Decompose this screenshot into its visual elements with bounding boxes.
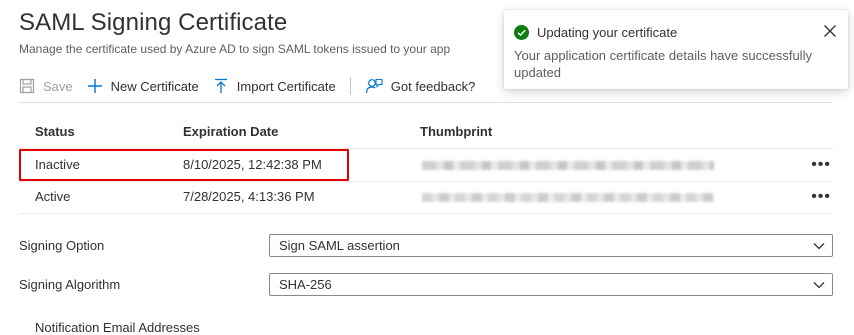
save-button[interactable]: Save (19, 78, 73, 94)
status-cell: Active (35, 189, 71, 204)
toast-message: Your application certificate details hav… (514, 48, 812, 80)
page-subtitle: Manage the certificate used by Azure AD … (19, 42, 451, 56)
more-options-button[interactable]: ••• (811, 187, 831, 207)
command-bar: Save New Certificate Import Certificate … (19, 74, 489, 98)
feedback-label: Got feedback? (390, 78, 476, 94)
upload-icon (214, 78, 227, 93)
signing-algorithm-label: Signing Algorithm (19, 277, 121, 292)
expiration-cell: 7/28/2025, 4:13:36 PM (183, 189, 315, 204)
save-icon (19, 78, 35, 94)
highlight-box (19, 149, 349, 181)
feedback-icon (365, 78, 383, 94)
column-header-expiration: Expiration Date (183, 124, 279, 139)
toolbar-separator (349, 77, 351, 95)
import-certificate-label: Import Certificate (236, 78, 336, 94)
signing-algorithm-dropdown[interactable]: SHA-256 (269, 273, 833, 296)
signing-option-dropdown[interactable]: Sign SAML assertion (269, 234, 833, 257)
toolbar-divider (19, 102, 833, 103)
signing-option-label: Signing Option (19, 238, 105, 253)
thumbprint-redacted (422, 193, 714, 202)
signing-option-value: Sign SAML assertion (279, 238, 400, 253)
chevron-down-icon (813, 282, 825, 289)
close-icon[interactable] (823, 24, 837, 38)
toast-title: Updating your certificate (537, 25, 678, 40)
check-circle-icon (514, 25, 529, 40)
thumbprint-redacted (422, 161, 714, 170)
plus-icon (87, 79, 102, 93)
import-certificate-button[interactable]: Import Certificate (213, 78, 336, 94)
notification-toast: Updating your certificate Your applicati… (504, 10, 848, 89)
new-certificate-label: New Certificate (110, 78, 199, 94)
column-header-status: Status (35, 124, 75, 139)
feedback-button[interactable]: Got feedback? (365, 77, 476, 95)
page-title: SAML Signing Certificate (19, 9, 288, 36)
chevron-down-icon (813, 243, 825, 250)
new-certificate-button[interactable]: New Certificate (87, 78, 199, 94)
more-options-button[interactable]: ••• (811, 155, 831, 175)
signing-algorithm-value: SHA-256 (279, 277, 332, 292)
column-header-thumbprint: Thumbprint (420, 124, 493, 139)
table-row[interactable]: Active 7/28/2025, 4:13:36 PM ••• (19, 181, 833, 214)
notification-email-label: Notification Email Addresses (35, 320, 200, 335)
save-label: Save (43, 78, 73, 94)
